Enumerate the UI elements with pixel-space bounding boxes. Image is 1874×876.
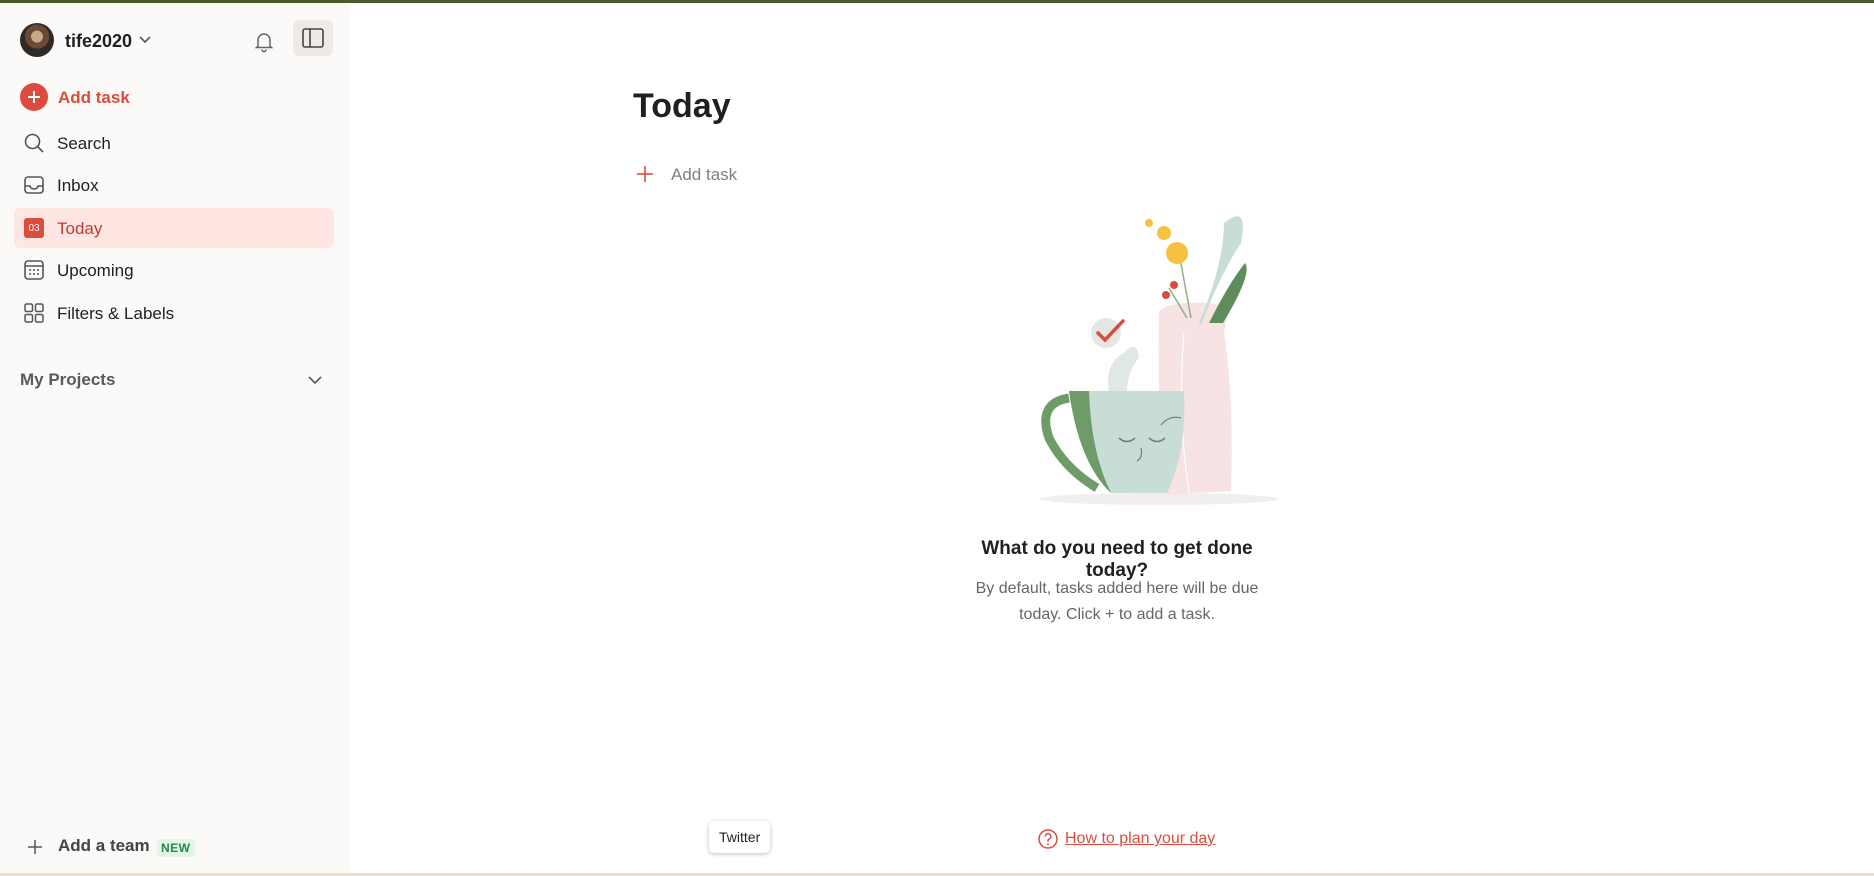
- sidebar-item-filters-labels[interactable]: Filters & Labels: [14, 293, 334, 333]
- tooltip: Twitter: [709, 821, 771, 853]
- user-menu[interactable]: tife2020: [20, 23, 340, 59]
- page-title: Today: [633, 87, 731, 125]
- search-icon: [24, 133, 44, 153]
- add-task-inline-button[interactable]: Add task: [635, 161, 835, 189]
- my-projects-header[interactable]: My Projects: [20, 367, 330, 393]
- plus-circle-icon: [20, 83, 48, 111]
- sidebar-item-label: Search: [57, 134, 111, 153]
- how-to-plan-link[interactable]: How to plan your day: [1037, 827, 1277, 851]
- avatar: [20, 23, 54, 57]
- add-team-label: Add a team: [58, 836, 150, 855]
- new-badge: NEW: [157, 839, 195, 857]
- main-content: Today Add task What do you need to get d…: [349, 3, 1874, 873]
- calendar-grid-icon: [24, 260, 44, 280]
- sidebar: tife2020 Add task Search Inbox 03 Today …: [0, 3, 349, 873]
- calendar-today-icon: 03: [24, 218, 44, 238]
- sidebar-item-label: Inbox: [57, 176, 99, 195]
- how-to-plan-label: How to plan your day: [1065, 830, 1216, 847]
- sidebar-item-search[interactable]: Search: [14, 123, 334, 163]
- sidebar-item-upcoming[interactable]: Upcoming: [14, 250, 334, 290]
- sidebar-item-inbox[interactable]: Inbox: [14, 165, 334, 205]
- plus-icon: [28, 840, 42, 854]
- sidebar-item-label: Filters & Labels: [57, 304, 175, 323]
- username: tife2020: [65, 31, 133, 51]
- plus-icon: [637, 166, 653, 182]
- sidebar-panel-icon: [302, 28, 324, 48]
- sidebar-item-today[interactable]: 03 Today: [14, 208, 334, 248]
- add-task-label: Add task: [671, 165, 738, 184]
- inbox-icon: [24, 176, 44, 194]
- chevron-down-icon: [139, 36, 151, 44]
- add-task-button[interactable]: Add task: [20, 83, 320, 113]
- sidebar-item-label: Today: [57, 219, 103, 238]
- add-task-label: Add task: [58, 88, 130, 107]
- notification-bell-icon[interactable]: [252, 29, 276, 53]
- help-circle-icon: [1038, 829, 1058, 849]
- empty-state-description: By default, tasks added here will be due…: [975, 580, 1259, 623]
- toggle-sidebar-button[interactable]: [293, 20, 333, 56]
- empty-state-illustration: [1039, 216, 1279, 505]
- my-projects-label: My Projects: [20, 370, 116, 389]
- sidebar-item-label: Upcoming: [57, 261, 134, 280]
- add-team-button[interactable]: Add a team NEW: [26, 835, 326, 861]
- filters-grid-icon: [24, 303, 44, 323]
- chevron-down-icon[interactable]: [306, 371, 324, 389]
